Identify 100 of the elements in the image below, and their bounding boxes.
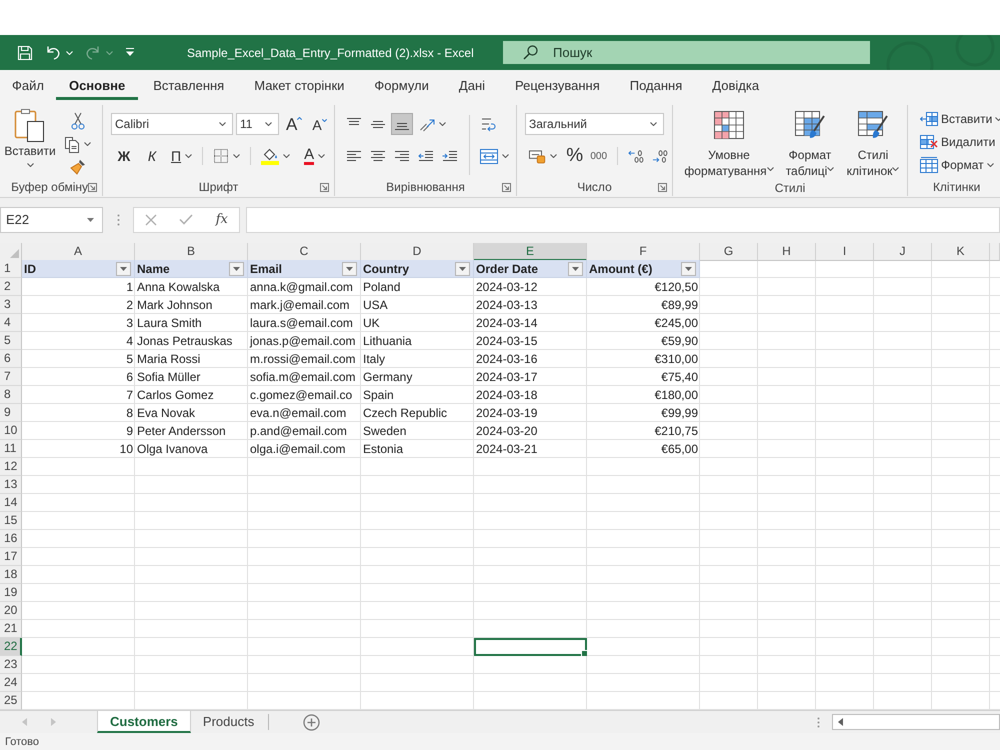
- align-button[interactable]: [391, 113, 413, 135]
- increase-font-button[interactable]: A: [282, 113, 306, 135]
- format-cells-button[interactable]: Формат: [917, 154, 997, 176]
- row-header[interactable]: 2: [0, 278, 22, 296]
- table-cell-text: Sofia Müller: [136, 368, 202, 386]
- formula-input[interactable]: [246, 206, 1000, 232]
- row-header[interactable]: 1: [0, 260, 22, 278]
- filter-button[interactable]: [568, 262, 583, 276]
- filter-button[interactable]: [229, 262, 244, 276]
- decrease-font-button[interactable]: A: [308, 113, 331, 135]
- insert-function-button[interactable]: fx: [216, 212, 228, 227]
- filter-button[interactable]: [681, 262, 696, 276]
- ribbon-tab[interactable]: Рецензування: [500, 70, 615, 100]
- cell-style-button[interactable]: Стилі клітинок: [841, 109, 905, 179]
- column-header[interactable]: J: [874, 243, 932, 261]
- filter-button[interactable]: [342, 262, 357, 276]
- thousands-separator-button[interactable]: 000: [586, 145, 611, 167]
- window-title: Sample_Excel_Data_Entry_Formatted (2).xlsx - Excel: [187, 46, 475, 60]
- column-header[interactable]: I: [816, 243, 874, 261]
- row-header[interactable]: 9: [0, 404, 22, 422]
- column-header[interactable]: E: [474, 243, 587, 261]
- horizontal-scrollbar[interactable]: [832, 714, 1000, 730]
- ribbon-tab[interactable]: Формули: [359, 70, 444, 100]
- font-color-button[interactable]: A: [300, 145, 330, 167]
- check-icon[interactable]: [179, 214, 194, 225]
- dialog-launcher-icon[interactable]: [502, 182, 511, 192]
- scroll-left-arrow-icon[interactable]: [838, 718, 843, 726]
- undo-icon: [45, 44, 61, 60]
- row-header[interactable]: 12: [0, 458, 22, 476]
- column-header[interactable]: H: [758, 243, 816, 261]
- table-cell-text: €75,40: [660, 368, 699, 386]
- row-header[interactable]: 13: [0, 476, 22, 494]
- row-header[interactable]: 21: [0, 620, 22, 638]
- ribbon-tab[interactable]: Дані: [444, 70, 500, 100]
- row-header[interactable]: 25: [0, 692, 22, 710]
- row-header[interactable]: 11: [0, 440, 22, 458]
- grip-dots-icon[interactable]: [117, 214, 120, 226]
- column-header[interactable]: K: [932, 243, 990, 261]
- row-header[interactable]: 7: [0, 368, 22, 386]
- row-header[interactable]: 23: [0, 656, 22, 674]
- column-header[interactable]: G: [700, 243, 758, 261]
- bold-button[interactable]: Ж: [113, 145, 135, 167]
- save-button[interactable]: [17, 44, 33, 60]
- row-header[interactable]: 22: [0, 638, 22, 656]
- column-header[interactable]: C: [248, 243, 361, 261]
- ribbon-tab[interactable]: Файл: [0, 70, 56, 100]
- number-format-dropdown[interactable]: Загальний: [525, 113, 664, 135]
- row-header[interactable]: 24: [0, 674, 22, 692]
- row-header[interactable]: 8: [0, 386, 22, 404]
- sheet-tab[interactable]: Customers: [97, 711, 191, 733]
- table-cell-text: UK: [362, 314, 381, 332]
- row-header[interactable]: 16: [0, 530, 22, 548]
- banknote-coins-icon: [529, 148, 546, 164]
- italic-button[interactable]: К: [141, 145, 163, 167]
- column-header[interactable]: B: [135, 243, 248, 261]
- column-header[interactable]: F: [587, 243, 700, 261]
- row-header[interactable]: 18: [0, 566, 22, 584]
- paste-button[interactable]: Вставити: [2, 107, 58, 177]
- font-size-dropdown[interactable]: 11: [236, 113, 279, 135]
- table-cell-text: Carlos Gomez: [136, 386, 215, 404]
- search-field[interactable]: Пошук: [503, 41, 870, 64]
- sheet-tab[interactable]: Products: [190, 711, 266, 733]
- name-box[interactable]: E22: [0, 206, 103, 232]
- row-header[interactable]: 17: [0, 548, 22, 566]
- dialog-launcher-icon[interactable]: [658, 182, 667, 192]
- table-cell-text: laura.s@email.com: [249, 314, 354, 332]
- row-header[interactable]: 20: [0, 602, 22, 620]
- percent-button[interactable]: %: [562, 145, 587, 167]
- row-header[interactable]: 14: [0, 494, 22, 512]
- column-header[interactable]: A: [22, 243, 135, 261]
- font-name-dropdown[interactable]: Calibri: [111, 113, 233, 135]
- column-header[interactable]: D: [361, 243, 474, 261]
- filter-button[interactable]: [116, 262, 131, 276]
- delete-cells-button[interactable]: Видалити: [917, 131, 998, 153]
- conditional-style-button[interactable]: Умовне форматування: [679, 109, 779, 179]
- dialog-launcher-icon[interactable]: [320, 182, 329, 192]
- selected-cell[interactable]: [474, 638, 587, 656]
- table-style-button[interactable]: Формат таблиці: [779, 109, 841, 179]
- undo-button[interactable]: [45, 44, 73, 60]
- grip-dots-icon[interactable]: [817, 716, 820, 728]
- ribbon-tab[interactable]: Макет сторінки: [239, 70, 360, 100]
- row-header[interactable]: 15: [0, 512, 22, 530]
- underline-button[interactable]: П: [167, 145, 196, 167]
- ribbon-tab[interactable]: Довідка: [697, 70, 774, 100]
- row-header[interactable]: 5: [0, 332, 22, 350]
- row-header[interactable]: 19: [0, 584, 22, 602]
- row-header[interactable]: 3: [0, 296, 22, 314]
- row-header[interactable]: 10: [0, 422, 22, 440]
- fill-handle[interactable]: [581, 650, 587, 656]
- row-header[interactable]: 6: [0, 350, 22, 368]
- ribbon-tab[interactable]: Вставлення: [138, 70, 240, 100]
- row-header[interactable]: 4: [0, 314, 22, 332]
- dialog-launcher-icon[interactable]: [88, 182, 97, 192]
- add-sheet-icon[interactable]: [303, 714, 320, 730]
- table-cell-text: anna.k@gmail.com: [249, 278, 354, 296]
- table-cell-text: 6: [125, 368, 134, 386]
- customize-button[interactable]: [125, 48, 135, 57]
- filter-button[interactable]: [455, 262, 470, 276]
- ribbon-tab[interactable]: Подання: [614, 70, 698, 100]
- insert-cells-button[interactable]: Вставити: [917, 108, 1000, 130]
